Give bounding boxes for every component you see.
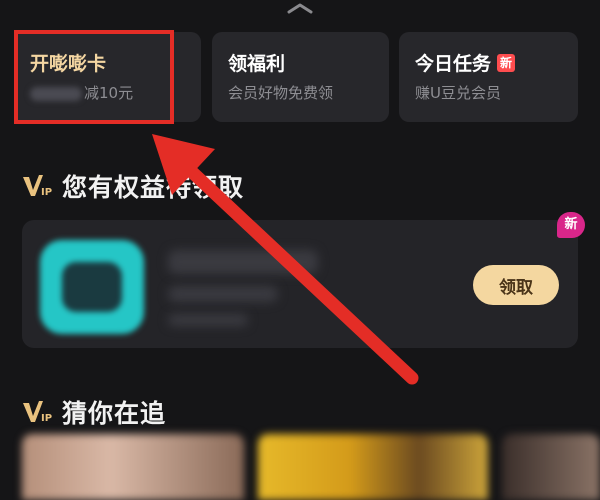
card-welfare[interactable]: 领福利 会员好物免费领 — [212, 32, 389, 122]
claim-button[interactable]: 领取 — [473, 265, 559, 305]
card-welfare-title: 领福利 — [228, 53, 286, 75]
show-thumbnail[interactable] — [22, 434, 244, 500]
show-thumbnail[interactable] — [502, 434, 600, 500]
svg-text:IP: IP — [41, 187, 52, 198]
new-badge: 新 — [557, 212, 585, 238]
show-thumbnail[interactable] — [258, 434, 488, 500]
card-daily-task-subtitle: 赚U豆兑会员 — [415, 84, 501, 102]
blurred-text — [168, 286, 278, 302]
card-daily-task-label: 今日任务 — [415, 53, 492, 75]
rights-section-header: IP 您有权益待领取 — [22, 168, 244, 204]
highlight-box — [14, 30, 174, 124]
app-thumbnail — [40, 240, 144, 334]
benefit-card[interactable]: 领取 — [22, 220, 578, 348]
blurred-text — [168, 314, 248, 326]
vip-icon: IP — [23, 175, 52, 198]
card-daily-task-title: 今日任务新 — [415, 52, 578, 76]
new-badge: 新 — [497, 54, 516, 72]
blurred-text — [168, 250, 318, 274]
svg-text:IP: IP — [41, 413, 52, 424]
vip-icon: IP — [23, 401, 52, 424]
card-welfare-subtitle: 会员好物免费领 — [228, 84, 334, 102]
follow-section-title: 猜你在追 — [62, 399, 167, 428]
rights-section-title: 您有权益待领取 — [62, 173, 245, 202]
card-daily-task[interactable]: 今日任务新 赚U豆兑会员 — [399, 32, 578, 122]
chevron-up-icon[interactable] — [287, 2, 313, 14]
follow-section-header: IP 猜你在追 — [22, 394, 166, 430]
